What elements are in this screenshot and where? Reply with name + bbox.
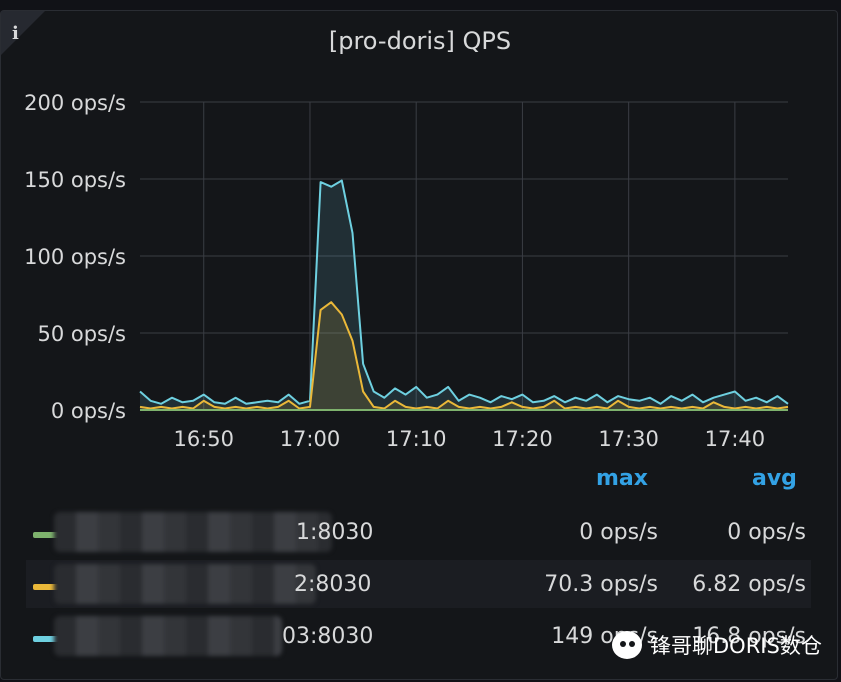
y-tick-label: 50 ops/s bbox=[37, 322, 126, 346]
series-area bbox=[140, 180, 788, 410]
chart-grid bbox=[140, 101, 788, 411]
x-tick-label: 17:00 bbox=[280, 427, 341, 451]
chart-lines bbox=[139, 179, 789, 411]
series-area bbox=[140, 302, 788, 410]
chart-areas bbox=[140, 180, 788, 410]
legend-max-value: 0 ops/s bbox=[579, 520, 658, 545]
legend-series-name[interactable]: 2:8030 bbox=[294, 572, 371, 597]
qps-chart: 0 ops/s 50 ops/s 100 ops/s 150 ops/s 200 ops… bbox=[24, 91, 789, 451]
legend-series-name[interactable]: 1:8030 bbox=[296, 520, 373, 545]
legend-row[interactable]: 2:8030 70.3 ops/s 6.82 ops/s bbox=[26, 560, 811, 608]
redacted-hostname bbox=[54, 616, 282, 656]
watermark: 锋哥聊DORIS数仓 bbox=[612, 628, 822, 662]
x-tick-label: 17:40 bbox=[705, 427, 766, 451]
y-tick-label: 100 ops/s bbox=[24, 245, 126, 269]
series-line bbox=[139, 179, 789, 405]
x-tick-label: 17:20 bbox=[492, 427, 553, 451]
y-tick-label: 150 ops/s bbox=[24, 168, 126, 192]
y-tick-label: 200 ops/s bbox=[24, 91, 126, 115]
x-tick-label: 16:50 bbox=[173, 427, 234, 451]
x-tick-label: 17:10 bbox=[386, 427, 447, 451]
x-axis: 16:50 17:00 17:10 17:20 17:30 17:40 bbox=[173, 427, 765, 451]
redacted-hostname bbox=[54, 564, 316, 604]
legend-row[interactable]: 1:8030 0 ops/s 0 ops/s bbox=[26, 508, 811, 556]
wechat-icon bbox=[612, 631, 642, 659]
y-axis: 0 ops/s 50 ops/s 100 ops/s 150 ops/s 200 ops… bbox=[24, 91, 126, 423]
y-tick-label: 0 ops/s bbox=[51, 399, 126, 423]
redacted-hostname bbox=[54, 512, 332, 552]
legend-avg-header[interactable]: avg bbox=[752, 466, 797, 491]
series-line bbox=[139, 301, 789, 410]
legend-avg-value: 0 ops/s bbox=[727, 520, 806, 545]
watermark-text: 锋哥聊DORIS数仓 bbox=[650, 634, 822, 658]
legend-max-value: 70.3 ops/s bbox=[544, 572, 658, 597]
legend-series-name[interactable]: 03:8030 bbox=[282, 624, 373, 649]
x-tick-label: 17:30 bbox=[598, 427, 659, 451]
legend-max-header[interactable]: max bbox=[596, 466, 648, 491]
legend-avg-value: 6.82 ops/s bbox=[692, 572, 806, 597]
